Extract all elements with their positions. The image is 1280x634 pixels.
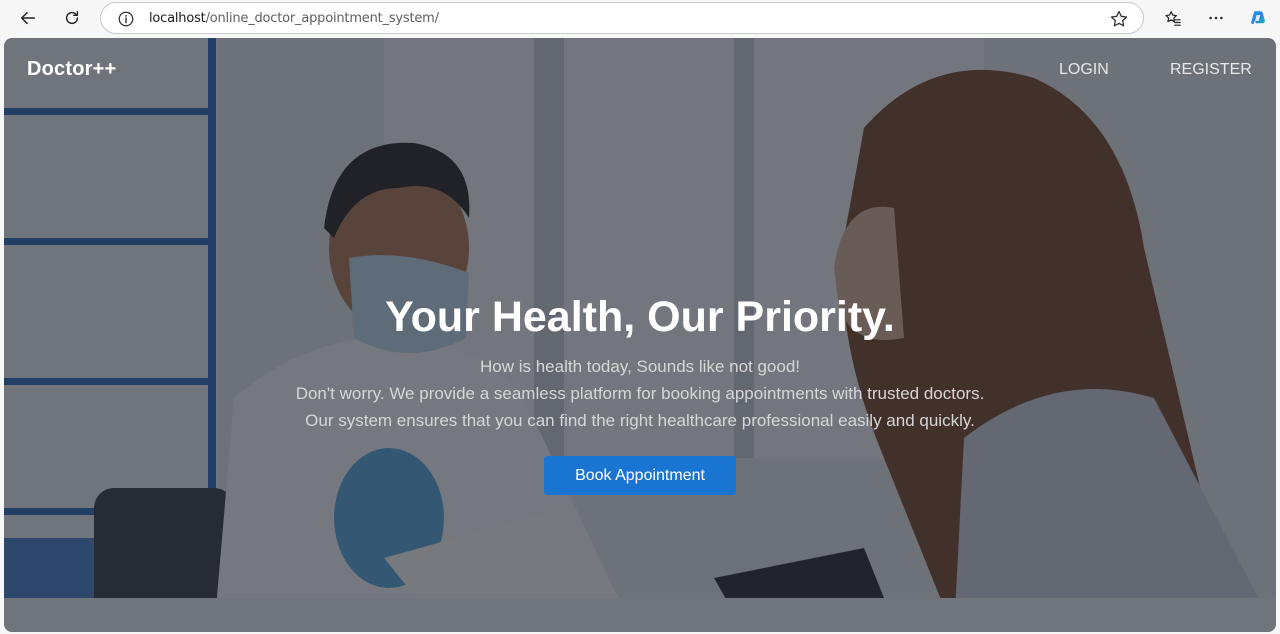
site-info-icon[interactable]: [117, 10, 135, 28]
refresh-icon[interactable]: [58, 4, 86, 32]
address-bar[interactable]: localhost/online_doctor_appointment_syst…: [100, 2, 1144, 34]
copilot-icon[interactable]: [1244, 4, 1272, 32]
favorites-list-icon[interactable]: [1159, 4, 1187, 32]
nav-login-link[interactable]: LOGIN: [1059, 61, 1109, 79]
favorite-star-icon[interactable]: [1109, 9, 1129, 29]
hero-title: Your Health, Our Priority.: [385, 293, 895, 341]
url-path: /online_doctor_appointment_system/: [205, 11, 439, 26]
back-icon[interactable]: [14, 4, 42, 32]
more-menu-icon[interactable]: [1202, 4, 1230, 32]
browser-toolbar: localhost/online_doctor_appointment_syst…: [0, 0, 1280, 36]
nav-register-link[interactable]: REGISTER: [1170, 61, 1252, 79]
hero-subtitle-line-3: Our system ensures that you can find the…: [305, 411, 975, 430]
page-viewport: Doctor++ LOGIN REGISTER Your Health, Our…: [4, 38, 1276, 632]
url-host: localhost: [149, 11, 206, 26]
book-appointment-button[interactable]: Book Appointment: [544, 456, 736, 495]
hero-subtitle-line-1: How is health today, Sounds like not goo…: [479, 357, 801, 376]
brand-logo[interactable]: Doctor++: [27, 58, 116, 81]
hero-subtitle-line-2: Don't worry. We provide a seamless platf…: [295, 384, 985, 403]
url-text[interactable]: localhost/online_doctor_appointment_syst…: [149, 11, 439, 26]
